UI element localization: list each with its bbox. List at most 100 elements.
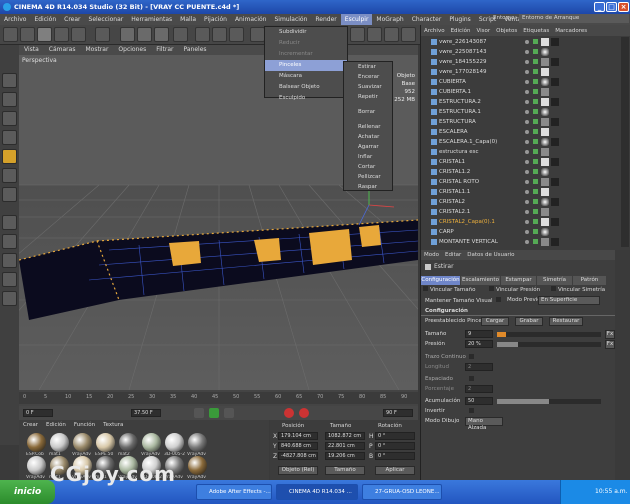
object-row[interactable]: ESCALERA xyxy=(421,127,606,137)
menu-simulaci-n[interactable]: Simulación xyxy=(271,14,312,25)
task-folder[interactable]: 27-GRUA-OSD LEONE... xyxy=(362,484,442,500)
visibility-dot[interactable] xyxy=(525,240,529,244)
edges-mode-icon[interactable] xyxy=(2,168,17,183)
visibility-dot[interactable] xyxy=(525,230,529,234)
model-mode-icon[interactable] xyxy=(2,92,17,107)
enable-check[interactable] xyxy=(533,229,538,234)
material-tag-icon[interactable] xyxy=(541,168,549,176)
menu-character[interactable]: Character xyxy=(408,14,446,25)
coord-position-field[interactable]: 840.688 cm xyxy=(278,442,318,450)
percent-field[interactable]: 2 xyxy=(465,385,493,393)
object-row[interactable]: ESTRUCTURA.1 xyxy=(421,107,606,117)
enable-check[interactable] xyxy=(533,149,538,154)
visibility-dot[interactable] xyxy=(525,120,529,124)
material-swatch[interactable] xyxy=(188,433,207,452)
brush-item-rellenar[interactable]: Rellenar xyxy=(344,122,392,132)
material-tag-icon[interactable] xyxy=(541,228,549,236)
brush-item-inflar[interactable]: Inflar xyxy=(344,152,392,162)
coord-size-mode-select[interactable]: Tamaño xyxy=(325,466,365,475)
material-swatch[interactable] xyxy=(50,433,69,452)
brush-item-borrar[interactable]: Borrar xyxy=(344,107,392,117)
enable-check[interactable] xyxy=(533,69,538,74)
step-forward-icon[interactable] xyxy=(224,408,234,418)
coord-size-field[interactable]: 22.801 cm xyxy=(325,442,365,450)
coord-position-field[interactable]: 179.104 cm xyxy=(278,432,318,440)
material-tag-icon[interactable] xyxy=(541,188,549,196)
pressure-slider[interactable] xyxy=(497,342,601,347)
material-tag-icon[interactable] xyxy=(541,218,549,226)
menu-crear[interactable]: Crear xyxy=(60,14,84,25)
menu-esculpir[interactable]: Esculpir xyxy=(340,14,373,25)
scene-icon[interactable] xyxy=(367,27,382,42)
preview-mode-select[interactable]: En Superficie xyxy=(538,296,600,305)
visibility-dot[interactable] xyxy=(525,200,529,204)
enable-check[interactable] xyxy=(533,209,538,214)
brush-item-raspar[interactable]: Raspar xyxy=(344,182,392,192)
menu-pijaci-n[interactable]: Pijación xyxy=(200,14,231,25)
object-row[interactable]: vwre_177028149 xyxy=(421,67,606,77)
brush-item-encerar[interactable]: Encerar xyxy=(344,72,392,82)
material-tag-icon[interactable] xyxy=(541,108,549,116)
size-fx-button[interactable]: Fx xyxy=(605,330,615,339)
brush-item-agarrar[interactable]: Agarrar xyxy=(344,142,392,152)
continuous-stroke-checkbox[interactable] xyxy=(469,354,474,359)
workplane-mode-icon[interactable] xyxy=(2,130,17,145)
restore-button[interactable]: Restaurar xyxy=(549,317,583,326)
end-frame-field[interactable]: 90 F xyxy=(383,409,413,417)
texture-tag-icon[interactable] xyxy=(551,178,559,186)
object-row[interactable]: CRISTAL2_Capa(0).1 xyxy=(421,217,606,227)
current-frame-field[interactable]: 37.50 F xyxy=(131,409,161,417)
step-back-icon[interactable] xyxy=(194,408,204,418)
material-swatch[interactable] xyxy=(119,433,138,452)
material-tag-icon[interactable] xyxy=(541,158,549,166)
check-link-pressure[interactable]: Vincular Presión xyxy=(489,286,540,293)
object-list-scrollbar[interactable] xyxy=(621,37,629,247)
object-row[interactable]: CRISTAL1.2 xyxy=(421,167,606,177)
material-tag-icon[interactable] xyxy=(541,48,549,56)
rotate-icon[interactable] xyxy=(71,27,86,42)
object-row[interactable]: vwre_225087143 xyxy=(421,47,606,57)
autokey-icon[interactable] xyxy=(299,408,309,418)
material-menu-edici-n[interactable]: Edición xyxy=(42,422,70,428)
viewport-menu-vista[interactable]: Vista xyxy=(19,46,44,53)
material-tag-icon[interactable] xyxy=(541,148,549,156)
coordinate-system-icon[interactable] xyxy=(173,27,188,42)
brush-item-cortar[interactable]: Cortar xyxy=(344,162,392,172)
enable-check[interactable] xyxy=(533,179,538,184)
size-slider[interactable] xyxy=(497,332,601,337)
enable-check[interactable] xyxy=(533,189,538,194)
menu-mograph[interactable]: MoGraph xyxy=(372,14,407,25)
material-tag-icon[interactable] xyxy=(541,128,549,136)
accumulation-field[interactable]: 50 xyxy=(465,397,493,405)
draw-mode-select[interactable]: Mano Alzada xyxy=(465,417,503,431)
brush-item-suavizar[interactable]: Suavizar xyxy=(344,82,392,92)
enable-check[interactable] xyxy=(533,129,538,134)
visibility-dot[interactable] xyxy=(525,130,529,134)
deformer-icon[interactable] xyxy=(350,27,365,42)
menu-item-subdivide[interactable]: Subdividir xyxy=(265,27,347,38)
points-mode-icon[interactable] xyxy=(2,149,17,164)
viewport-menu-opciones[interactable]: Opciones xyxy=(113,46,151,53)
object-row[interactable]: CARP xyxy=(421,227,606,237)
texture-tag-icon[interactable] xyxy=(551,158,559,166)
coord-rotation-field[interactable]: 0 ° xyxy=(375,442,415,450)
material-tag-icon[interactable] xyxy=(541,178,549,186)
object-row[interactable]: estructura esc xyxy=(421,147,606,157)
texture-tag-icon[interactable] xyxy=(551,198,559,206)
menu-item-mask[interactable]: Máscara xyxy=(265,71,347,82)
material-tag-icon[interactable] xyxy=(541,118,549,126)
material-menu-textura[interactable]: Textura xyxy=(99,422,127,428)
environment-select[interactable]: Entorno de Arranque xyxy=(519,14,629,23)
attribute-tab-4[interactable]: Patrón xyxy=(573,276,606,285)
texture-tag-icon[interactable] xyxy=(551,38,559,46)
viewport-menu-filtrar[interactable]: Filtrar xyxy=(151,46,178,53)
snap-icon[interactable] xyxy=(2,253,17,268)
polygons-mode-icon[interactable] xyxy=(2,187,17,202)
save-button[interactable]: Grabar xyxy=(515,317,543,326)
move-icon[interactable] xyxy=(37,27,52,42)
object-row[interactable]: CRISTAL2 xyxy=(421,197,606,207)
light-icon[interactable] xyxy=(401,27,416,42)
material-menu-funci-n[interactable]: Función xyxy=(70,422,99,428)
visibility-dot[interactable] xyxy=(525,90,529,94)
object-row[interactable]: ESTRUCTURA xyxy=(421,117,606,127)
